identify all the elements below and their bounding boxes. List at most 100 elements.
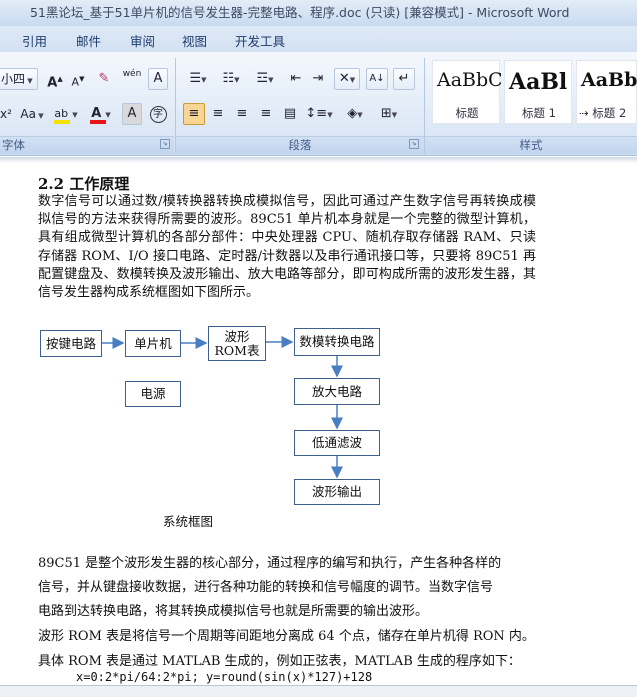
phonetic-guide-button[interactable]: wén <box>120 68 144 90</box>
style-title[interactable]: AaBbC 标题 <box>432 60 501 124</box>
paragraph-mark-icon: ↵ <box>398 71 410 86</box>
align-center-button[interactable]: ≡ <box>207 103 229 125</box>
block-label: ROM表 <box>214 342 260 358</box>
tab-mailings[interactable]: 邮件 <box>76 31 101 50</box>
align-center-icon: ≡ <box>212 106 224 121</box>
font-group-label-bar: 字体 <box>0 136 174 154</box>
body-line: 信号，并从键盘接收数据，进行各种功能的转换和信号幅度的调节。当数字信号 <box>38 580 494 595</box>
superscript-icon: x² <box>0 107 12 121</box>
body-paragraph-1: 数字信号可以通过数/模转换器转换成模拟信号，因此可通过产生数字信号再转换成模拟信… <box>38 194 536 301</box>
window-title: 51黑论坛_基于51单片机的信号发生器-完整电路、程序.doc (只读) [兼容… <box>30 5 570 20</box>
font-dialog-launcher-icon[interactable]: ↘ <box>160 139 170 149</box>
font-color-button[interactable]: A ▼ <box>86 103 116 125</box>
block-label: 电源 <box>140 386 166 401</box>
char-border-button[interactable]: A <box>148 68 168 90</box>
bullets-button[interactable]: ☰▼ <box>183 68 213 90</box>
font-size-value: 小四 <box>1 72 26 86</box>
bullet-list-icon: ☰ <box>189 71 202 86</box>
chinese-layout-button[interactable]: ✕▼ <box>334 68 360 90</box>
body-line: 电路到达转换电路，将其转换成模拟信号也就是所需要的输出波形。 <box>38 604 429 619</box>
line-spacing-icon: ↕≡ <box>305 106 328 121</box>
block-low-pass-filter: 低通滤波 <box>294 430 380 456</box>
tab-references[interactable]: 引用 <box>22 31 47 50</box>
block-label: 按键电路 <box>45 335 96 351</box>
style-sample: AaBb <box>581 69 637 91</box>
styles-group-label-bar: 样式 <box>425 136 637 154</box>
tab-developer[interactable]: 开发工具 <box>235 31 285 50</box>
figure-caption: 系统框图 <box>163 514 214 529</box>
ribbon-shadow <box>0 157 637 163</box>
block-dac-circuit: 数模转换电路 <box>294 328 380 356</box>
shading-button[interactable]: ◈▼ <box>340 103 370 125</box>
clear-format-button[interactable]: ✎ <box>92 68 116 90</box>
code-line: x=0:2*pi/64:2*pi; y=round(sin(x)*127)+12… <box>76 670 373 684</box>
tab-view[interactable]: 视图 <box>182 31 207 50</box>
paragraph-group-label-bar: 段落 <box>176 136 424 154</box>
block-keypad-circuit: 按键电路 <box>40 330 102 357</box>
font-size-select[interactable]: 小四 ▼ <box>0 68 38 90</box>
style-name: ⇢ 标题 2 <box>579 106 627 120</box>
sort-button[interactable]: A↓ <box>366 68 388 90</box>
distributed-icon: ▤ <box>283 106 297 121</box>
block-label: 放大电路 <box>311 383 362 399</box>
style-heading-1[interactable]: AaBl 标题 1 <box>504 60 572 124</box>
style-heading-2[interactable]: AaBb ⇢ 标题 2 <box>576 60 637 124</box>
horizontal-scrollbar[interactable] <box>0 685 637 697</box>
paragraph-dialog-launcher-icon[interactable]: ↘ <box>409 139 419 149</box>
style-name: 标题 <box>455 106 479 120</box>
superscript-button[interactable]: x² <box>0 103 14 125</box>
justify-button[interactable]: ≡ <box>255 103 277 125</box>
block-label: 波形 <box>224 328 250 344</box>
style-name-text: 标题 2 <box>592 106 627 120</box>
numbering-button[interactable]: ☷▼ <box>216 68 246 90</box>
font-group-label: 字体 <box>2 138 25 152</box>
style-sample: AaBbC <box>437 69 501 91</box>
numbered-list-icon: ☷ <box>222 71 235 86</box>
distributed-button[interactable]: ▤ <box>279 103 301 125</box>
block-label: 数模转换电路 <box>299 334 375 349</box>
multilevel-list-button[interactable]: ☲▼ <box>250 68 280 90</box>
show-marks-button[interactable]: ↵ <box>393 68 415 90</box>
font-color-swatch <box>90 120 106 124</box>
chevron-down-icon: ▼ <box>25 77 33 85</box>
shrink-font-button[interactable]: A▼ <box>68 68 88 90</box>
block-label: 波形输出 <box>311 484 362 499</box>
paint-bucket-icon: ◈ <box>347 106 358 121</box>
decrease-indent-icon: ⇤ <box>290 71 302 86</box>
justify-icon: ≡ <box>260 106 272 121</box>
block-label: 低通滤波 <box>311 435 362 450</box>
tab-review[interactable]: 审阅 <box>130 31 155 50</box>
ribbon: 小四 ▼ A▲ A▼ ✎ wén A x² Aa ▼ ab ▼ A ▼ A 字 … <box>0 52 637 156</box>
sort-icon: A↓ <box>369 73 385 84</box>
highlight-swatch <box>54 120 70 124</box>
enclose-char-button[interactable]: 字 <box>148 103 168 125</box>
align-left-icon: ≡ <box>188 106 200 121</box>
ribbon-tab-bar: 引用 邮件 审阅 视图 开发工具 <box>0 26 637 52</box>
char-shading-button[interactable]: A <box>122 103 142 125</box>
decrease-indent-button[interactable]: ⇤ <box>286 68 306 90</box>
increase-indent-button[interactable]: ⇥ <box>308 68 328 90</box>
line-spacing-button[interactable]: ↕≡▼ <box>304 103 334 125</box>
grow-font-button[interactable]: A▲ <box>45 68 65 90</box>
align-left-button[interactable]: ≡ <box>183 103 205 125</box>
chinese-layout-icon: ✕ <box>338 71 350 86</box>
align-right-button[interactable]: ≡ <box>231 103 253 125</box>
block-waveform-output: 波形输出 <box>294 479 380 505</box>
enclose-char-icon: 字 <box>149 106 167 123</box>
borders-button[interactable]: ⊞▼ <box>374 103 404 125</box>
multilevel-list-icon: ☲ <box>256 71 269 86</box>
char-shading-icon: A <box>127 106 137 121</box>
change-case-icon: Aa <box>20 107 36 121</box>
body-line: 波形 ROM 表是将信号一个周期等间距地分离成 64 个点，储存在单片机得 RO… <box>38 629 535 644</box>
increase-indent-icon: ⇥ <box>312 71 324 86</box>
shrink-font-icon: A <box>71 75 80 89</box>
block-amplifier: 放大电路 <box>294 378 380 405</box>
body-line: 89C51 是整个波形发生器的核心部分，通过程序的编写和执行，产生各种各样的 <box>38 556 502 571</box>
block-power-supply: 电源 <box>125 381 181 407</box>
font-color-icon: A <box>91 106 102 121</box>
align-right-icon: ≡ <box>236 106 248 121</box>
phonetic-icon: wén <box>122 69 142 79</box>
body-line: 具体 ROM 表是通过 MATLAB 生成的，例如正弦表，MATLAB 生成的程… <box>38 654 521 669</box>
highlight-color-button[interactable]: ab ▼ <box>50 103 82 125</box>
change-case-button[interactable]: Aa ▼ <box>18 103 46 125</box>
